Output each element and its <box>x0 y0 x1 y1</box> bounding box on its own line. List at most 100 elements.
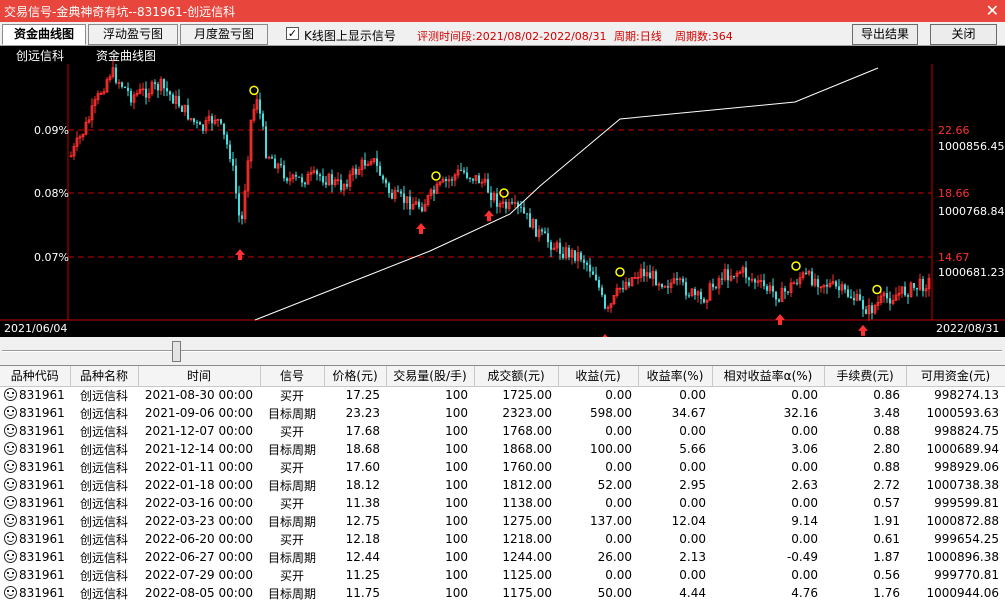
buy-arrow-icon <box>775 314 785 325</box>
close-button[interactable]: 关闭 <box>930 24 997 45</box>
column-header[interactable]: 手续费(元) <box>824 366 907 387</box>
equity-curve-line <box>254 67 879 321</box>
table-row[interactable]: 831961 创远信科 2022-08-05 00:00 目标周期 11.75 100 11… <box>0 584 1005 602</box>
candle-body <box>721 278 723 280</box>
table-row[interactable]: 831961 创远信科 2022-06-20 00:00 买开 12.18 100 1218… <box>0 530 1005 548</box>
table-cell: 2323.00 <box>502 406 552 420</box>
table-cell: 2021-12-07 00:00 <box>144 424 254 438</box>
table-row[interactable]: 831961 创远信科 2021-12-14 00:00 目标周期 18.68 100 18… <box>0 440 1005 458</box>
candle-body <box>166 88 168 92</box>
candle-body <box>643 268 645 277</box>
table-cell: 0.00 <box>791 424 818 438</box>
column-header[interactable]: 品种名称 <box>70 366 139 387</box>
candle-body <box>274 158 276 169</box>
table-cell: 创远信科 <box>79 478 128 493</box>
table-cell: 买开 <box>279 424 304 439</box>
column-header[interactable]: 时间 <box>138 366 261 387</box>
candle-body <box>667 286 669 288</box>
candle-body <box>193 118 195 123</box>
table-cell: 831961 <box>0 530 70 548</box>
candle-body <box>748 277 750 280</box>
candle-body <box>265 126 267 158</box>
table-row[interactable]: 831961 创远信科 2021-09-06 00:00 目标周期 23.23 100 23… <box>0 404 1005 422</box>
code-text: 831961 <box>19 550 65 564</box>
candle-body <box>763 280 765 287</box>
column-header[interactable]: 品种代码 <box>0 366 71 387</box>
smiley-icon <box>4 460 17 473</box>
tab-equity-curve[interactable]: 资金曲线图 <box>2 24 86 45</box>
candle-body <box>778 299 780 302</box>
candle-body <box>382 175 384 180</box>
column-header[interactable]: 信号 <box>260 366 325 387</box>
table-cell: 12.75 <box>345 514 380 528</box>
column-header[interactable]: 相对收益率α(%) <box>712 366 825 387</box>
candle-body <box>181 106 183 112</box>
left-tick-label: 0.07% <box>34 251 69 264</box>
table-cell: 创远信科 <box>79 550 128 565</box>
table-cell: 100 <box>445 550 468 564</box>
candle-body <box>865 309 867 314</box>
table-cell: 999599.81 <box>934 496 999 510</box>
window-close-icon[interactable]: ✕ <box>986 1 999 20</box>
table-row[interactable]: 831961 创远信科 2021-12-07 00:00 买开 17.68 100 1768… <box>0 422 1005 440</box>
candle-body <box>157 84 159 91</box>
table-cell: 831961 <box>0 494 70 512</box>
candle-body <box>703 298 705 303</box>
candle-body <box>403 193 405 203</box>
candle-body <box>172 94 174 104</box>
candle-body <box>355 168 357 175</box>
table-row[interactable]: 831961 创远信科 2022-03-23 00:00 目标周期 12.75 100 12… <box>0 512 1005 530</box>
smiley-icon <box>4 424 17 437</box>
candle-body <box>682 278 684 283</box>
table-cell: 100 <box>445 532 468 546</box>
tab-monthly-pnl[interactable]: 月度盈亏图 <box>180 24 268 45</box>
table-cell: 23.23 <box>345 406 380 420</box>
candle-body <box>304 182 306 185</box>
column-header[interactable]: 收益(元) <box>558 366 639 387</box>
candle-body <box>421 207 423 212</box>
table-cell: 1138.00 <box>502 496 552 510</box>
candle-body <box>238 193 240 216</box>
slider-thumb[interactable] <box>172 341 181 362</box>
candle-body <box>487 179 489 193</box>
table-row[interactable]: 831961 创远信科 2022-03-16 00:00 买开 11.38 100 1138… <box>0 494 1005 512</box>
column-header[interactable]: 可用资金(元) <box>906 366 1005 387</box>
candle-body <box>223 123 225 135</box>
title-bar: 交易信号-金典神奇有坑--831961-创远信科 ✕ <box>0 0 1005 22</box>
table-row[interactable]: 831961 创远信科 2021-08-30 00:00 买开 17.25 100 1725… <box>0 386 1005 404</box>
table-cell: 52.00 <box>597 478 632 492</box>
time-slider[interactable] <box>0 337 1005 365</box>
table-cell: 831961 <box>0 476 70 494</box>
table-cell: 100 <box>445 388 468 403</box>
export-button[interactable]: 导出结果 <box>852 24 918 45</box>
candle-body <box>850 296 852 299</box>
smiley-icon <box>4 388 17 402</box>
tab-floating-pnl[interactable]: 浮动盈亏图 <box>88 24 178 45</box>
column-header[interactable]: 成交额(元) <box>474 366 559 387</box>
column-header[interactable]: 交易量(股/手) <box>386 366 475 387</box>
table-cell: 100 <box>445 406 468 420</box>
table-row[interactable]: 831961 创远信科 2022-07-29 00:00 买开 11.25 100 1125… <box>0 566 1005 584</box>
candle-body <box>400 191 402 194</box>
equity-tick-label: 1000856.45 <box>938 140 1004 153</box>
equity-chart: 创远信科 资金曲线图 2021/06/04 2022/08/31 0.09% 0.… <box>0 46 1005 345</box>
candle-body <box>391 192 393 199</box>
smiley-icon <box>4 478 17 491</box>
table-row[interactable]: 831961 创远信科 2022-01-11 00:00 买开 17.60 100 1760… <box>0 458 1005 476</box>
table-row[interactable]: 831961 创远信科 2022-01-18 00:00 目标周期 18.12 100 18… <box>0 476 1005 494</box>
candle-body <box>262 113 264 127</box>
candle-body <box>325 182 327 185</box>
column-header[interactable]: 收益率(%) <box>638 366 713 387</box>
table-cell: 0.00 <box>679 532 706 546</box>
candle-body <box>124 86 126 88</box>
show-signal-checkbox[interactable]: ✓ <box>286 27 299 40</box>
table-row[interactable]: 831961 创远信科 2022-06-27 00:00 目标周期 12.44 100 12… <box>0 548 1005 566</box>
table-cell: 100 <box>445 424 468 438</box>
column-header[interactable]: 价格(元) <box>324 366 387 387</box>
candle-body <box>478 175 480 184</box>
table-cell: 1812.00 <box>502 478 552 492</box>
table-cell: 1000872.88 <box>926 514 999 528</box>
table-cell: 999654.25 <box>934 532 999 546</box>
table-cell: 598.00 <box>590 406 632 420</box>
candle-body <box>859 294 861 301</box>
